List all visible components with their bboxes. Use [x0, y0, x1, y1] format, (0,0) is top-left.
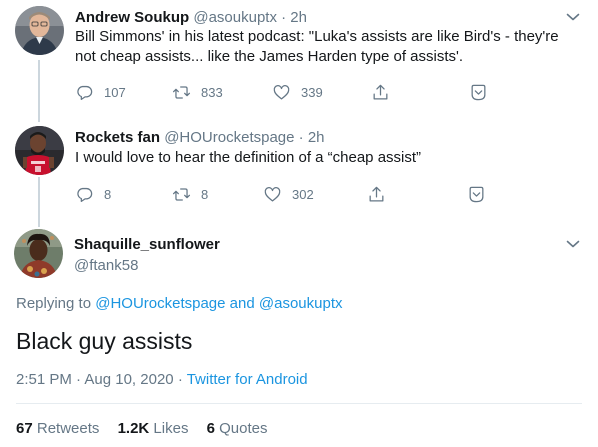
timestamp[interactable]: 2h [308, 129, 325, 146]
separator-dot: · [177, 371, 183, 388]
retweet-icon [172, 187, 191, 201]
tweet-text: Black guy assists [16, 328, 193, 354]
tweet-text: I would love to hear the definition of a… [75, 149, 422, 166]
quotes-stat[interactable]: 6 Quotes [207, 420, 268, 437]
bookmark-icon [469, 186, 484, 202]
reply-button[interactable]: 107 [75, 81, 126, 103]
likes-stat[interactable]: 1.2K Likes [118, 420, 189, 437]
tweet-text: Bill Simmons' in his latest podcast: "Lu… [75, 28, 559, 65]
separator-dot: · [281, 9, 287, 26]
retweets-stat[interactable]: 67 Retweets [16, 420, 99, 437]
display-name[interactable]: Andrew Soukup [75, 9, 189, 26]
chevron-down-icon[interactable] [566, 239, 580, 249]
like-button[interactable]: 339 [272, 81, 323, 103]
tweet-header: Andrew Soukup @asoukuptx · 2h [75, 9, 307, 27]
retweet-icon [172, 85, 191, 99]
share-button[interactable] [367, 183, 386, 205]
user-handle[interactable]: @HOUrocketspage [164, 129, 294, 146]
likes-count: 1.2K [117, 420, 150, 437]
separator-dot: · [76, 371, 82, 388]
action-bar: 8 8 302 [75, 183, 515, 205]
like-button[interactable]: 302 [263, 183, 314, 205]
retweet-count: 8 [201, 186, 209, 202]
tweet-header: Rockets fan @HOUrocketspage · 2h [75, 129, 325, 147]
display-name[interactable]: Shaquille_sunflower [74, 236, 220, 253]
reply-icon [77, 187, 93, 202]
bookmark-button[interactable] [469, 81, 488, 103]
replying-and[interactable]: and [230, 295, 255, 312]
like-count: 339 [301, 84, 323, 100]
separator-dot: · [298, 129, 304, 146]
reply-icon [77, 85, 93, 100]
tweet[interactable]: Andrew Soukup @asoukuptx · 2h Bill Simmo… [0, 0, 598, 120]
user-handle[interactable]: @ftank58 [74, 257, 138, 274]
divider [16, 403, 582, 404]
mention-link[interactable]: @asoukuptx [259, 295, 343, 312]
avatar[interactable] [14, 229, 63, 278]
tweet[interactable]: Rockets fan @HOUrocketspage · 2h I would… [0, 120, 598, 220]
reply-count: 107 [104, 84, 126, 100]
chevron-down-icon[interactable] [566, 12, 580, 22]
engagement-stats: 67 Retweets 1.2K Likes 6 Quotes [16, 420, 282, 437]
like-icon [273, 84, 290, 99]
quotes-label: Quotes [219, 420, 268, 437]
mention-link[interactable]: @HOUrocketspage [95, 295, 225, 312]
display-name[interactable]: Rockets fan [75, 129, 160, 146]
timestamp[interactable]: 2h [290, 9, 307, 26]
tweet-time[interactable]: 2:51 PM [16, 371, 72, 388]
user-handle[interactable]: @asoukuptx [193, 9, 277, 26]
tweet-date[interactable]: Aug 10, 2020 [84, 371, 173, 388]
retweets-label: Retweets [36, 420, 100, 437]
source-link[interactable]: Twitter for Android [187, 371, 308, 388]
bookmark-button[interactable] [467, 183, 486, 205]
replying-to: Replying to @HOUrocketspage and @asoukup… [16, 295, 342, 312]
bookmark-icon [471, 84, 486, 100]
like-icon [264, 186, 281, 201]
retweet-button[interactable]: 8 [172, 183, 208, 205]
like-count: 302 [292, 186, 314, 202]
reply-button[interactable]: 8 [75, 183, 111, 205]
share-icon [369, 186, 384, 201]
quotes-count: 6 [206, 420, 215, 437]
tweet-meta: 2:51 PM · Aug 10, 2020 · Twitter for And… [16, 371, 308, 388]
action-bar: 107 833 339 [75, 81, 515, 103]
retweets-count: 67 [16, 420, 33, 437]
share-icon [373, 84, 388, 99]
replying-prefix: Replying to [16, 295, 92, 312]
retweet-count: 833 [201, 84, 223, 100]
reply-count: 8 [104, 186, 112, 202]
retweet-button[interactable]: 833 [172, 81, 223, 103]
likes-label: Likes [153, 420, 189, 437]
avatar[interactable] [15, 6, 64, 55]
share-button[interactable] [371, 81, 390, 103]
avatar[interactable] [15, 126, 64, 175]
